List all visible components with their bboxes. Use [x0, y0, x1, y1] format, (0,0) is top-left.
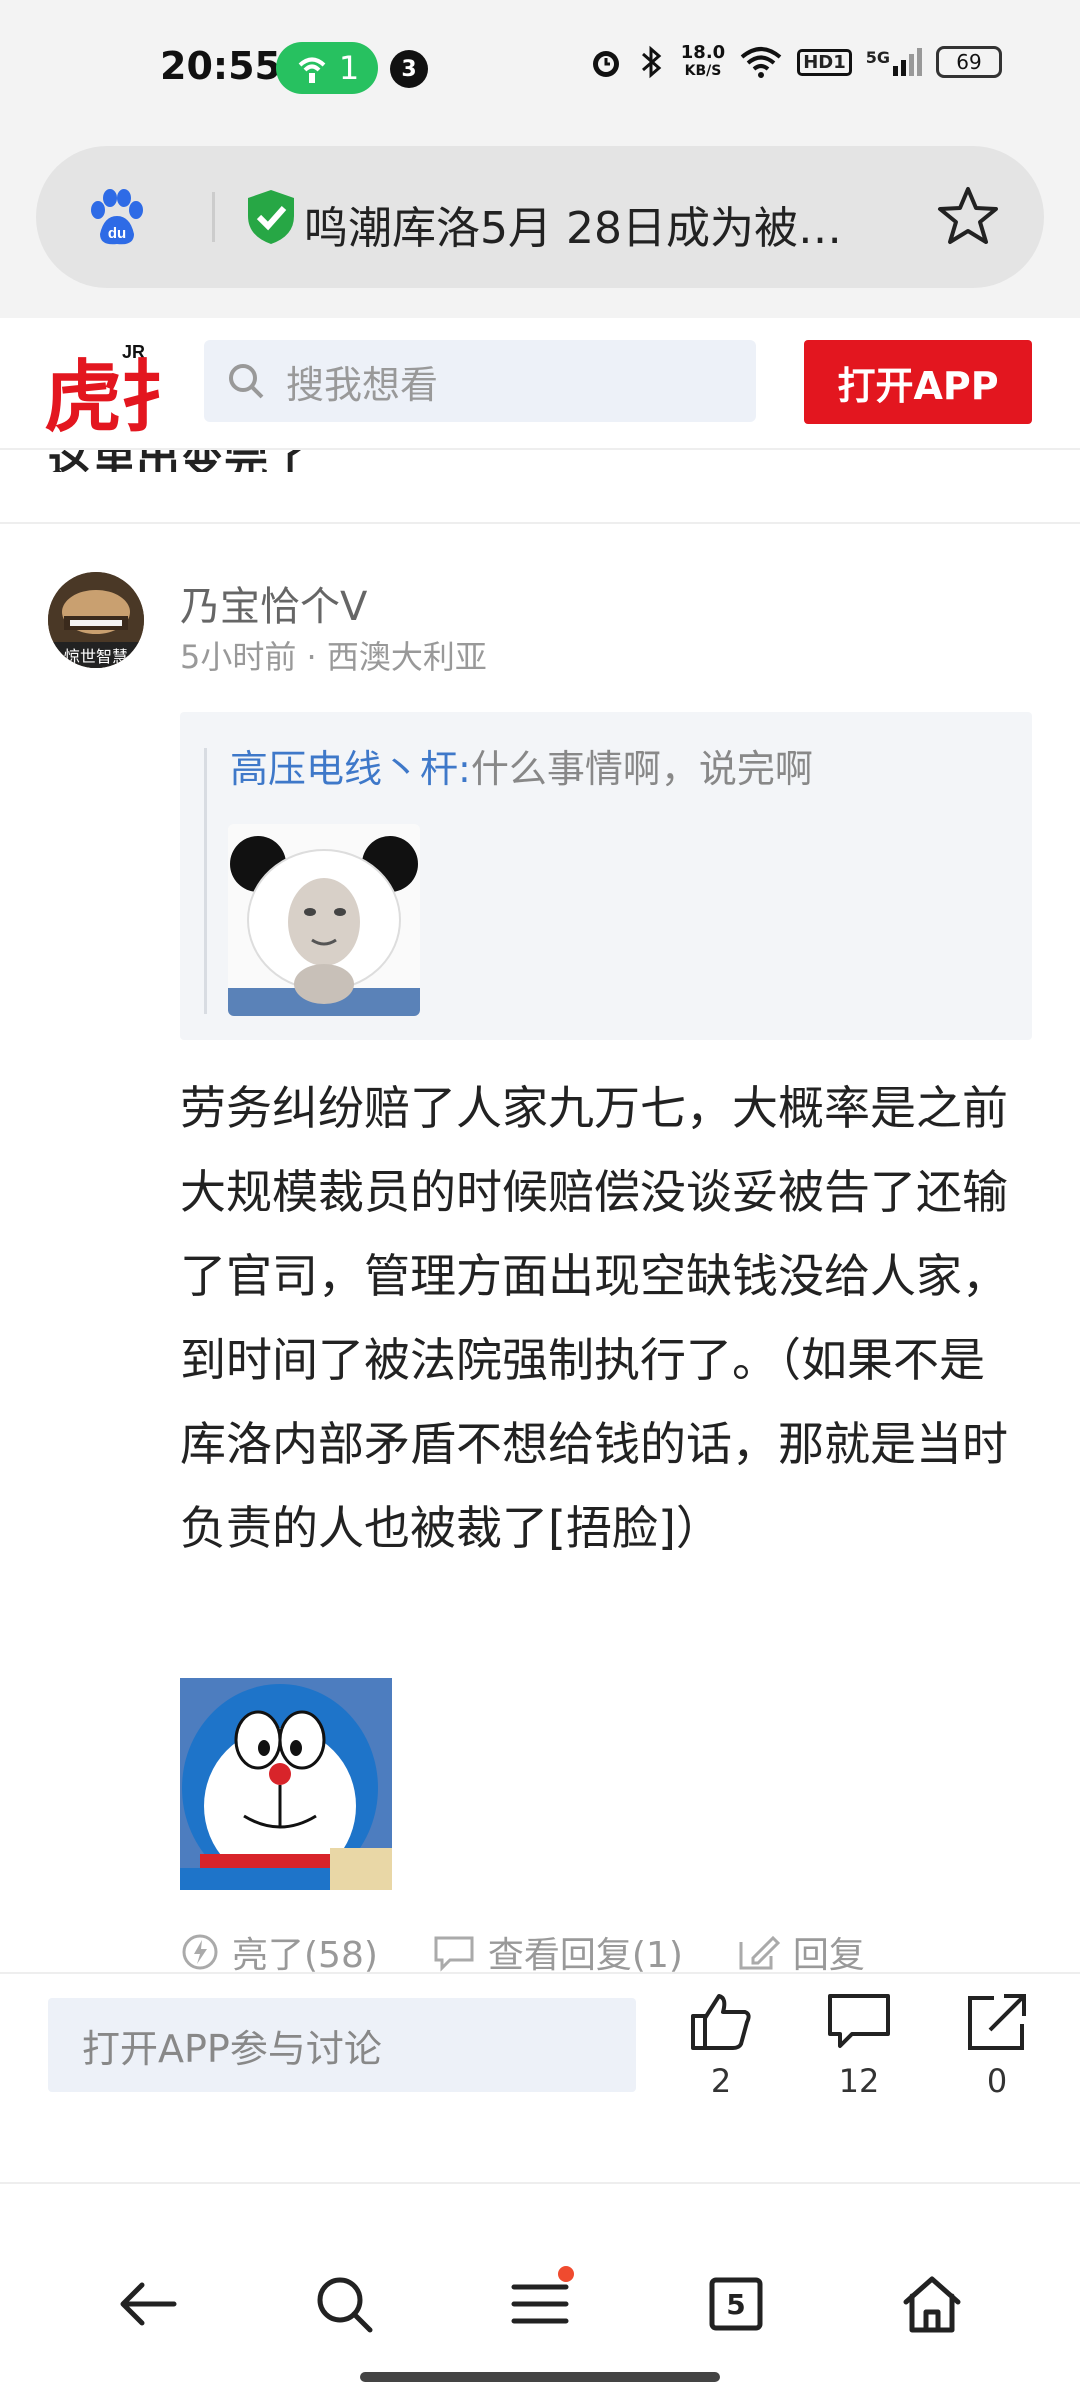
- share-icon: [968, 1994, 1026, 2050]
- svg-text:惊世智慧: 惊世智慧: [64, 647, 128, 666]
- status-bar: 20:55 1 3 18.0 KB/S HD1 5G 69: [0, 0, 1080, 140]
- truncated-text: 这里出变完了: [48, 450, 348, 472]
- quote-username[interactable]: 高压电线丶杆:: [230, 747, 471, 791]
- like-action[interactable]: 亮了(58): [180, 1926, 378, 1978]
- open-app-button[interactable]: 打开APP: [804, 340, 1032, 424]
- back-arrow-icon: [120, 2282, 177, 2326]
- search-box[interactable]: 搜我想看: [204, 340, 756, 422]
- quoted-reply[interactable]: 高压电线丶杆:什么事情啊，说完啊: [180, 712, 1032, 1040]
- like-button[interactable]: 2: [676, 1992, 766, 2100]
- reply-label: 回复: [792, 1935, 865, 1976]
- quote-text: 高压电线丶杆:什么事情啊，说完啊: [230, 738, 813, 793]
- discuss-input[interactable]: 打开APP参与讨论: [48, 1998, 636, 2092]
- menu-button[interactable]: [500, 2264, 580, 2344]
- status-time: 20:55: [160, 44, 281, 88]
- quote-bar: [204, 748, 207, 1014]
- tabs-button[interactable]: 5: [696, 2264, 776, 2344]
- lightning-icon: [182, 1934, 218, 1970]
- svg-text:虎扑: 虎扑: [44, 353, 164, 436]
- hotspot-pill[interactable]: 1: [276, 42, 378, 94]
- share-count: 0: [986, 2062, 1008, 2100]
- home-indicator[interactable]: [360, 2372, 720, 2382]
- svg-text:du: du: [108, 225, 126, 242]
- comment-actions: 亮了(58) 查看回复(1) 回复: [180, 1926, 919, 1978]
- like-label: 亮了(58): [232, 1935, 378, 1976]
- notification-dot: [558, 2266, 574, 2282]
- notification-badge: 3: [390, 50, 428, 88]
- home-icon: [903, 2276, 961, 2333]
- baidu-icon[interactable]: du: [84, 186, 148, 250]
- comment-icon: [828, 1994, 890, 2048]
- bluetooth-icon: [641, 45, 662, 79]
- net-speed: 18.0 KB/S: [680, 42, 726, 80]
- hd-badge: HD1: [797, 48, 852, 76]
- menu-icon: [511, 2284, 569, 2324]
- home-button[interactable]: [892, 2264, 972, 2344]
- site-header: JR 虎扑 搜我想看 打开APP: [0, 318, 1080, 450]
- alarm-icon: [592, 51, 619, 77]
- hotspot-count: 1: [338, 49, 360, 87]
- hupu-logo[interactable]: JR 虎扑: [44, 336, 164, 436]
- search-icon: [229, 364, 264, 399]
- search-icon: [317, 2277, 373, 2333]
- search-placeholder: 搜我想看: [286, 362, 439, 407]
- reply-action[interactable]: 回复: [737, 1926, 865, 1978]
- quote-content: 什么事情啊，说完啊: [470, 747, 813, 791]
- avatar[interactable]: 惊世智慧: [48, 572, 144, 668]
- browser-nav-bar: 5: [0, 2182, 1080, 2400]
- back-button[interactable]: [108, 2264, 188, 2344]
- wifi-icon: [740, 47, 782, 78]
- share-button[interactable]: 0: [952, 1992, 1042, 2100]
- thumbs-up-icon: [691, 1994, 751, 2050]
- page-title[interactable]: 鸣潮库洛5月 28日成为被…: [304, 192, 914, 256]
- view-replies-label: 查看回复(1): [487, 1935, 683, 1976]
- chat-bubble-icon: [434, 1936, 474, 1972]
- address-divider: [212, 192, 215, 242]
- panda-meme-image[interactable]: [228, 824, 420, 1016]
- doraemon-meme-image[interactable]: [180, 1678, 392, 1890]
- star-icon[interactable]: [936, 184, 1000, 248]
- shield-check-icon[interactable]: [244, 188, 298, 246]
- edit-icon: [739, 1935, 781, 1970]
- view-replies-action[interactable]: 查看回复(1): [432, 1926, 683, 1978]
- signal-indicator: 5G: [866, 48, 922, 76]
- tabs-count: 5: [726, 2287, 746, 2321]
- battery-indicator: 69: [936, 46, 1002, 78]
- address-bar[interactable]: du 鸣潮库洛5月 28日成为被…: [36, 146, 1044, 288]
- hotspot-icon: [298, 57, 326, 83]
- like-count: 2: [710, 2062, 732, 2100]
- comment-username[interactable]: 乃宝恰个V: [180, 574, 367, 632]
- comment-body: 劳务纠纷赔了人家九万七，大概率是之前大规模裁员的时候赔偿没谈妥被告了还输了官司，…: [180, 1081, 1008, 1555]
- discuss-bar: 打开APP参与讨论 2 12 0: [0, 1972, 1080, 2182]
- comments-button[interactable]: 12: [814, 1992, 904, 2100]
- search-button[interactable]: [304, 2264, 384, 2344]
- status-icons: 18.0 KB/S HD1 5G 69: [589, 44, 1002, 80]
- comment-meta: 5小时前 · 西澳大利亚: [180, 638, 487, 676]
- browser-toolbar: du 鸣潮库洛5月 28日成为被…: [0, 140, 1080, 318]
- section-divider: [0, 522, 1080, 524]
- comment-count: 12: [838, 2062, 880, 2100]
